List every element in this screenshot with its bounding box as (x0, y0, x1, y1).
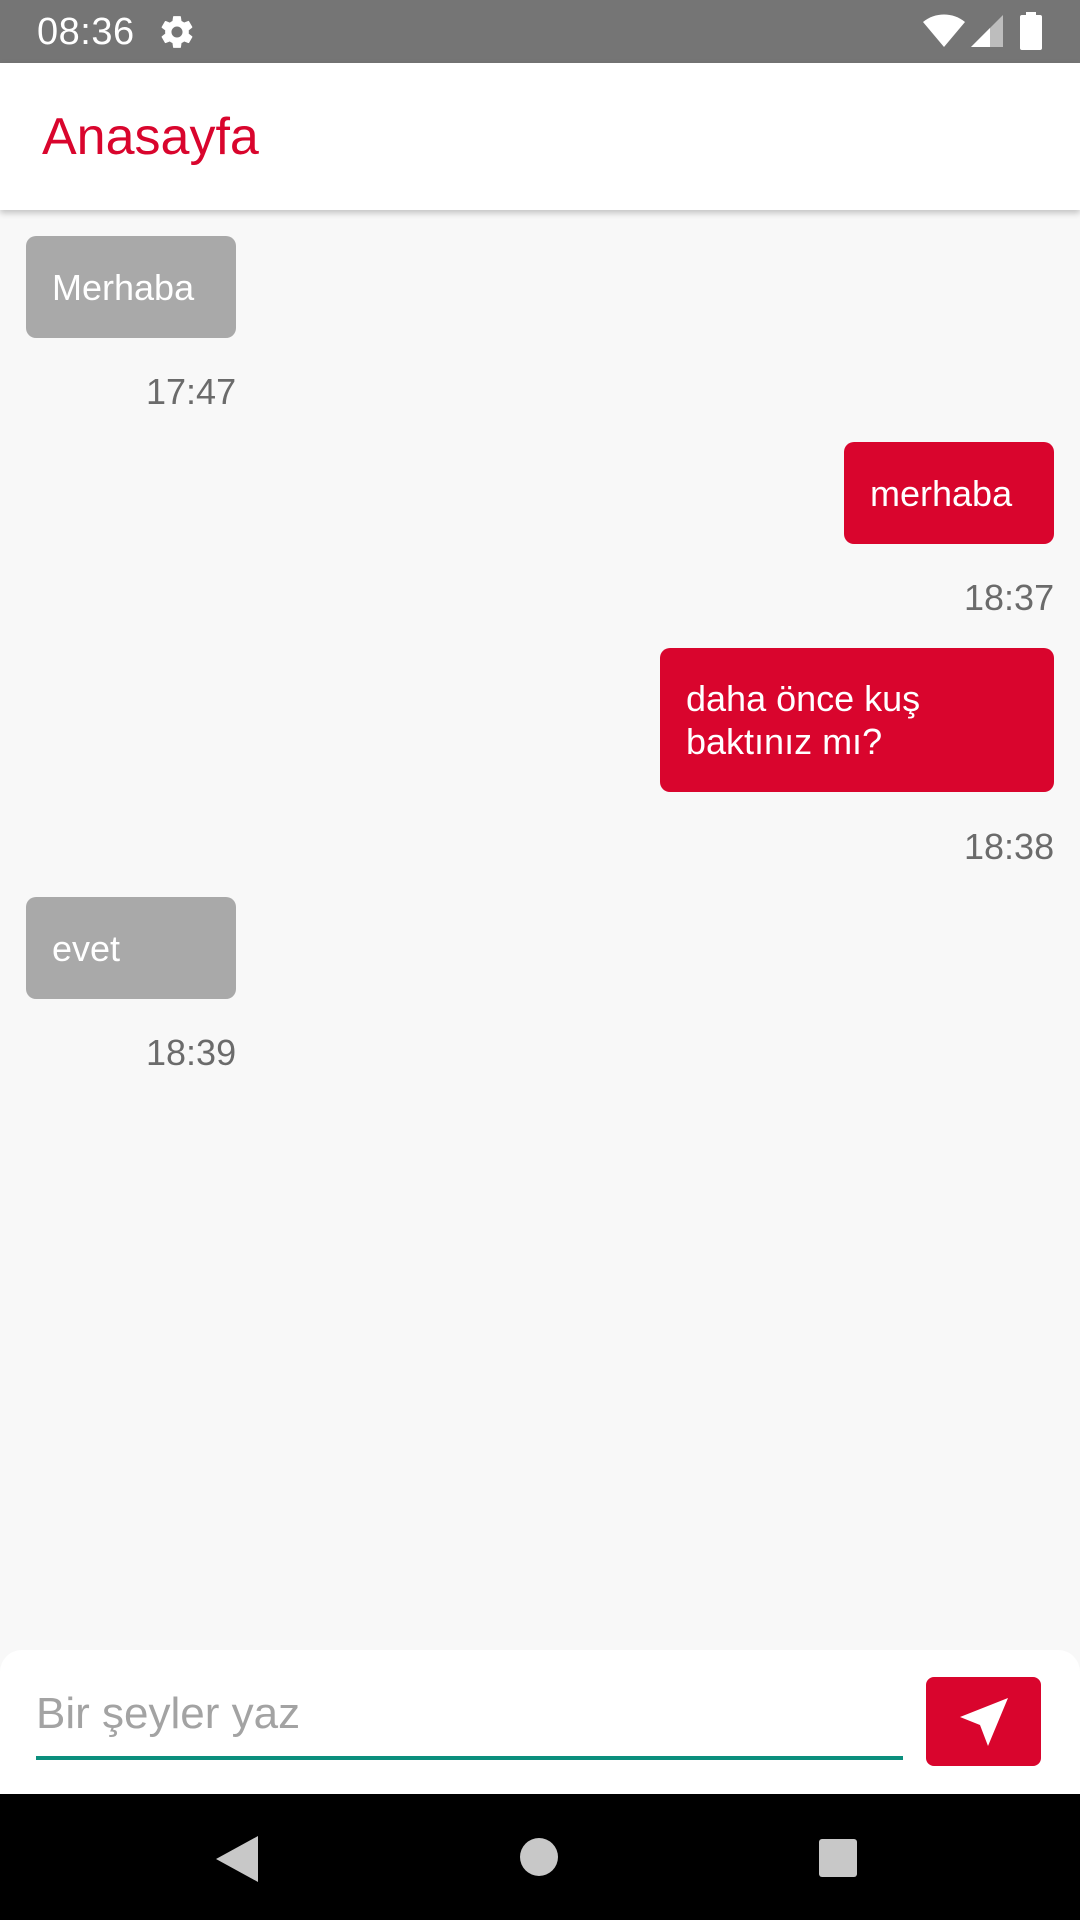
message-input[interactable] (36, 1682, 902, 1746)
message-composer (0, 1650, 1080, 1794)
message-text: Merhaba (52, 266, 195, 308)
battery-icon (1020, 12, 1042, 50)
outgoing-message-bubble[interactable]: merhaba (844, 442, 1054, 544)
chat-screen: 08:36 Anasayfa Merhaba 17:47 merhaba 18:… (0, 0, 1080, 1920)
recents-icon[interactable] (817, 1837, 859, 1879)
status-bar: 08:36 (0, 0, 1080, 63)
message-text: merhaba (870, 472, 1013, 514)
send-icon (959, 1697, 1008, 1746)
app-bar: Anasayfa (0, 63, 1080, 210)
status-time: 08:36 (37, 11, 135, 53)
message-text: daha önce kuş baktınız mı? (686, 678, 921, 762)
navigation-bar (0, 1794, 1080, 1920)
outgoing-message-bubble[interactable]: daha önce kuş baktınız mı? (660, 648, 1054, 792)
message-timestamp: 18:38 (964, 826, 1055, 867)
gear-icon (161, 16, 193, 48)
message-timestamp: 18:37 (964, 577, 1055, 618)
message-timestamp: 17:47 (146, 371, 237, 412)
input-underline (36, 1756, 903, 1760)
send-button[interactable] (926, 1677, 1041, 1766)
page-title: Anasayfa (42, 108, 259, 166)
message-list[interactable]: Merhaba 17:47 merhaba 18:37 daha önce ku… (0, 210, 1080, 1650)
home-icon[interactable] (518, 1836, 560, 1878)
back-icon[interactable] (214, 1834, 260, 1884)
incoming-message-bubble[interactable]: evet (26, 897, 236, 999)
incoming-message-bubble[interactable]: Merhaba (26, 236, 236, 338)
message-text: evet (52, 927, 121, 969)
cell-signal-icon (971, 15, 1003, 47)
wifi-icon (923, 14, 965, 47)
message-timestamp: 18:39 (146, 1032, 237, 1073)
